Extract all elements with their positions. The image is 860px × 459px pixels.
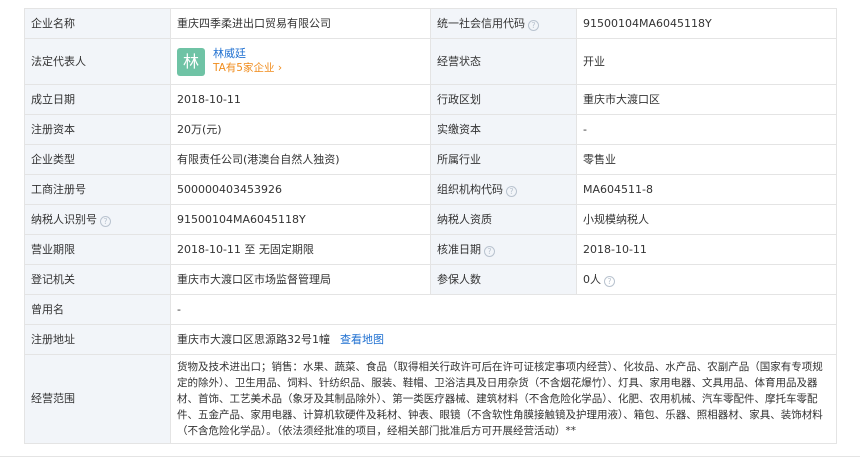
value-founded: 2018-10-11: [170, 84, 431, 115]
value-org-code: MA604511-8: [576, 174, 837, 205]
label-former-name: 曾用名: [24, 294, 171, 325]
label-status: 经营状态: [430, 38, 577, 85]
row-company-name: 企业名称 重庆四季柔进出口贸易有限公司 统一社会信用代码? 91500104MA…: [24, 8, 837, 39]
label-legal-rep: 法定代表人: [24, 38, 171, 85]
label-region: 行政区划: [430, 84, 577, 115]
legal-rep-name-link[interactable]: 林威廷: [213, 47, 282, 61]
label-industry: 所属行业: [430, 144, 577, 175]
row-former-name: 曾用名 -: [24, 294, 837, 325]
value-address-text: 重庆市大渡口区思源路32号1幢: [177, 332, 330, 346]
question-circle-icon[interactable]: ?: [100, 215, 111, 227]
label-capital: 注册资本: [24, 114, 171, 145]
label-paid-capital: 实缴资本: [430, 114, 577, 145]
row-scope: 经营范围 货物及技术进出口；销售：水果、蔬菜、食品（取得相关行政许可后在许可证核…: [24, 354, 837, 444]
value-business-term: 2018-10-11 至 无固定期限: [170, 234, 431, 265]
row-authority: 登记机关 重庆市大渡口区市场监督管理局 参保人数 0人?: [24, 264, 837, 295]
value-reg-number: 500000403453926: [170, 174, 431, 205]
company-info-table: 企业名称 重庆四季柔进出口贸易有限公司 统一社会信用代码? 91500104MA…: [24, 8, 837, 444]
value-credit-code: 91500104MA6045118Y: [576, 8, 837, 39]
value-capital: 20万(元): [170, 114, 431, 145]
label-reg-number: 工商注册号: [24, 174, 171, 205]
value-approval-date: 2018-10-11: [576, 234, 837, 265]
row-type: 企业类型 有限责任公司(港澳台自然人独资) 所属行业 零售业: [24, 144, 837, 175]
label-tax-id: 纳税人识别号?: [24, 204, 171, 235]
value-status: 开业: [576, 38, 837, 85]
label-approval-date-text: 核准日期: [437, 242, 481, 256]
label-org-code-text: 组织机构代码: [437, 182, 503, 196]
row-founded: 成立日期 2018-10-11 行政区划 重庆市大渡口区: [24, 84, 837, 115]
value-industry: 零售业: [576, 144, 837, 175]
row-taxid: 纳税人识别号? 91500104MA6045118Y 纳税人资质 小规模纳税人: [24, 204, 837, 235]
value-address: 重庆市大渡口区思源路32号1幢 查看地图: [170, 324, 837, 355]
value-company-name: 重庆四季柔进出口贸易有限公司: [170, 8, 431, 39]
value-legal-rep: 林 林威廷 TA有5家企业 ›: [170, 38, 431, 85]
label-founded: 成立日期: [24, 84, 171, 115]
label-authority: 登记机关: [24, 264, 171, 295]
label-org-code: 组织机构代码?: [430, 174, 577, 205]
value-paid-capital: -: [576, 114, 837, 145]
value-company-type: 有限责任公司(港澳台自然人独资): [170, 144, 431, 175]
value-former-name: -: [170, 294, 837, 325]
chevron-right-icon: ›: [277, 62, 283, 74]
label-business-term: 营业期限: [24, 234, 171, 265]
value-business-scope: 货物及技术进出口；销售：水果、蔬菜、食品（取得相关行政许可后在许可证核定事项内经…: [170, 354, 837, 444]
row-legal-rep: 法定代表人 林 林威廷 TA有5家企业 › 经营状态 开业: [24, 38, 837, 85]
value-insured-count: 0人?: [576, 264, 837, 295]
avatar[interactable]: 林: [177, 47, 205, 76]
label-credit-code: 统一社会信用代码?: [430, 8, 577, 39]
question-circle-icon[interactable]: ?: [528, 19, 539, 31]
divider: [0, 456, 860, 457]
question-circle-icon[interactable]: ?: [484, 245, 495, 257]
value-tax-qualification: 小规模纳税人: [576, 204, 837, 235]
label-company-type: 企业类型: [24, 144, 171, 175]
label-insured-count: 参保人数: [430, 264, 577, 295]
label-tax-qualification: 纳税人资质: [430, 204, 577, 235]
label-tax-id-text: 纳税人识别号: [31, 212, 97, 226]
label-approval-date: 核准日期?: [430, 234, 577, 265]
label-company-name: 企业名称: [24, 8, 171, 39]
value-insured-count-text: 0人: [583, 272, 601, 286]
row-capital: 注册资本 20万(元) 实缴资本 -: [24, 114, 837, 145]
value-authority: 重庆市大渡口区市场监督管理局: [170, 264, 431, 295]
question-circle-icon[interactable]: ?: [506, 185, 517, 197]
view-map-link[interactable]: 查看地图: [340, 333, 384, 346]
question-circle-icon[interactable]: ?: [604, 275, 615, 287]
company-info-panel: 企业名称 重庆四季柔进出口贸易有限公司 统一社会信用代码? 91500104MA…: [24, 8, 837, 444]
label-business-scope: 经营范围: [24, 354, 171, 444]
legal-rep-companies-text: TA有5家企业: [213, 62, 275, 74]
value-region: 重庆市大渡口区: [576, 84, 837, 115]
legal-rep-companies-link[interactable]: TA有5家企业 ›: [213, 61, 282, 76]
label-address: 注册地址: [24, 324, 171, 355]
value-tax-id: 91500104MA6045118Y: [170, 204, 431, 235]
row-term: 营业期限 2018-10-11 至 无固定期限 核准日期? 2018-10-11: [24, 234, 837, 265]
row-regno: 工商注册号 500000403453926 组织机构代码? MA604511-8: [24, 174, 837, 205]
label-credit-code-text: 统一社会信用代码: [437, 16, 525, 30]
row-address: 注册地址 重庆市大渡口区思源路32号1幢 查看地图: [24, 324, 837, 355]
